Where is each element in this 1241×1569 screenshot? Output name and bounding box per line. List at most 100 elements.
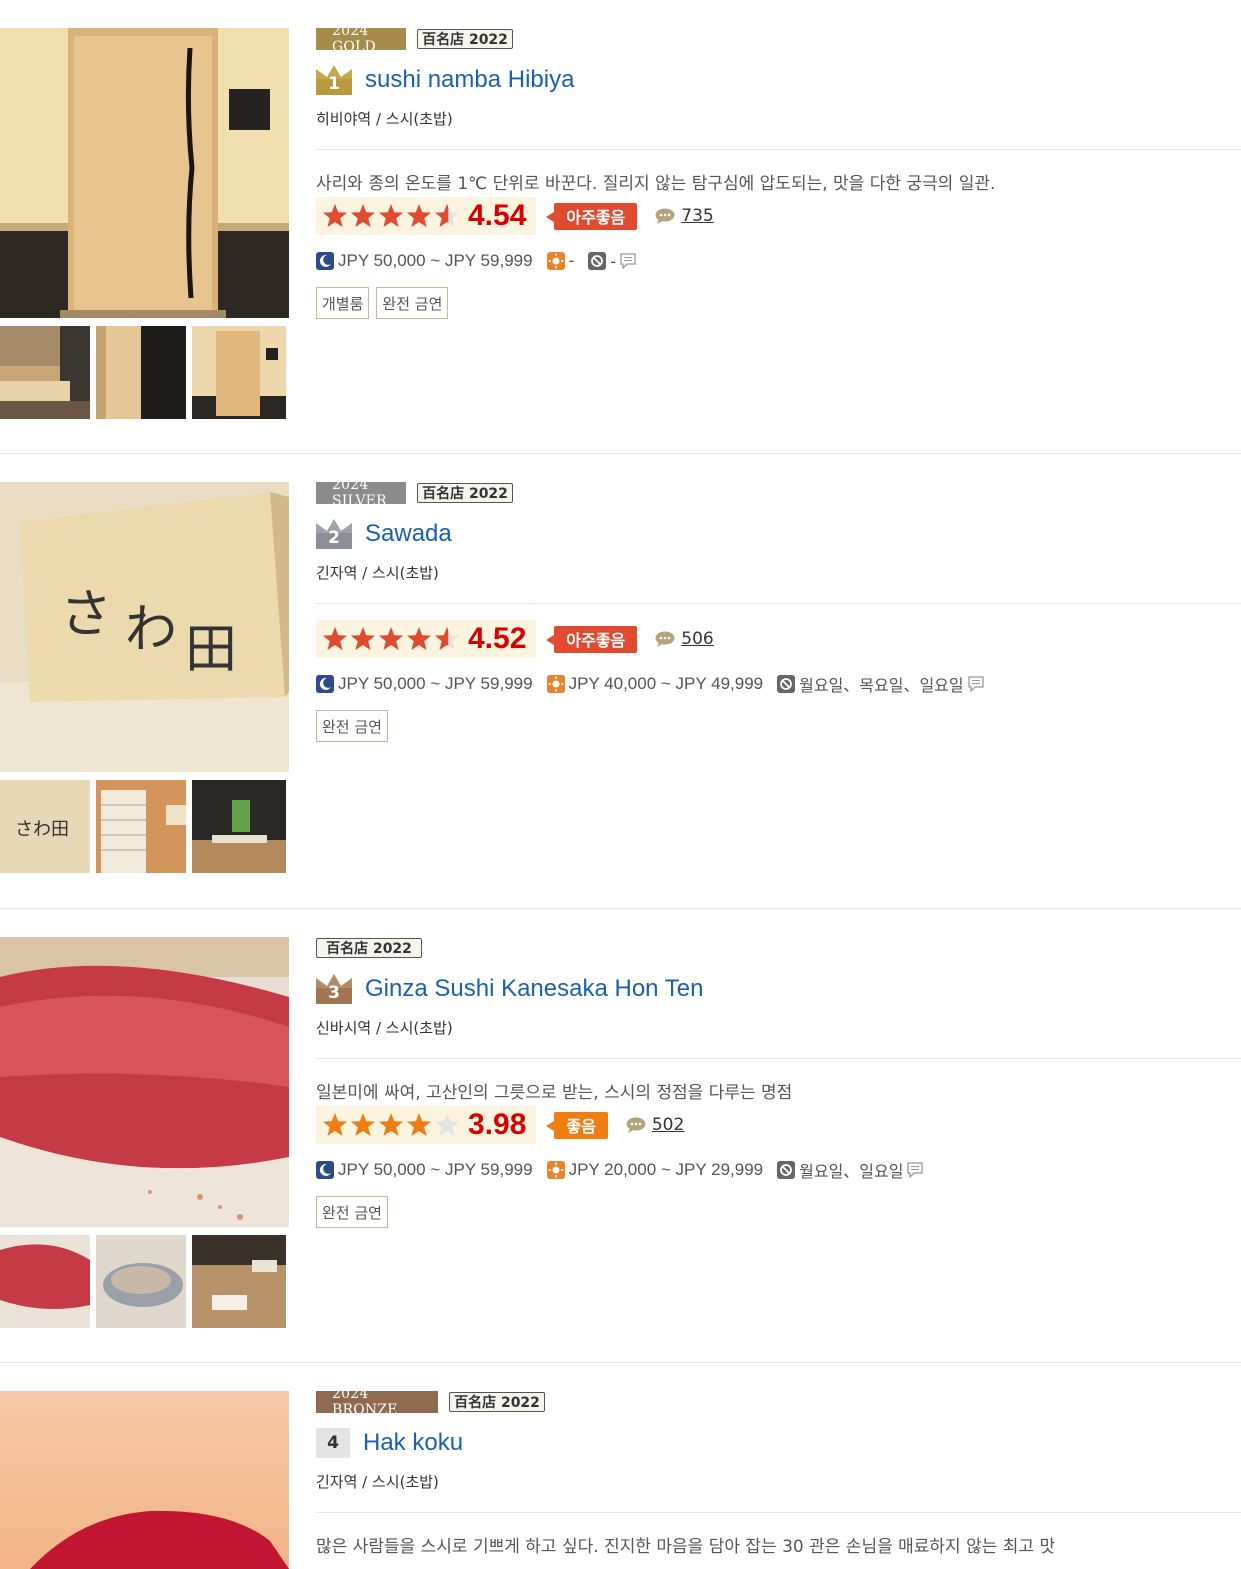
rank-number: 3 (328, 983, 340, 1003)
main-photo[interactable]: さ わ 田 (0, 482, 289, 772)
hyakumeiten-badge: 百名店 2022 (417, 29, 513, 49)
star-icon (323, 1113, 347, 1136)
svg-text:さわ田: さわ田 (15, 819, 69, 840)
photo-gallery: さ わ 田 さわ田 (0, 482, 290, 873)
star-icon (323, 627, 347, 650)
award-badge: 2024 BRONZE (316, 1386, 438, 1418)
svg-text:わ: わ (125, 600, 177, 660)
photo-gallery (0, 1391, 290, 1569)
restaurant-name-link[interactable]: Ginza Sushi Kanesaka Hon Ten (365, 975, 703, 1003)
divider (316, 1512, 1241, 1513)
sun-icon (546, 675, 565, 693)
star-icon (351, 627, 375, 650)
memo-icon[interactable] (907, 1162, 924, 1178)
rating-box: 3.98 (316, 1106, 537, 1144)
area-genre: 히비야역 / 스시(초밥) (316, 110, 453, 128)
holiday-text: - (610, 251, 617, 271)
dinner-price: JPY 50,000 ~ JPY 59,999 (338, 674, 533, 693)
restaurant-list: 2024 GOLD 百名店 2022 1 sushi namba Hibiya … (0, 0, 1241, 1569)
rating-score: 4.52 (468, 622, 527, 655)
thumbnail-photo[interactable] (96, 780, 186, 873)
star-icon (379, 204, 403, 227)
tag-list: 완전 금연 (316, 710, 1241, 742)
main-photo[interactable] (0, 1391, 289, 1569)
dinner-price: JPY 50,000 ~ JPY 59,999 (338, 251, 533, 270)
rating-label-badge: 아주좋음 (546, 202, 638, 230)
restaurant-item: さ わ 田 さわ田 2024 SILVER 百名店 2022 2 Sawada … (0, 454, 1241, 909)
thumbnail-photo[interactable] (96, 1235, 186, 1328)
star-icon (407, 1113, 431, 1136)
holiday-icon (777, 675, 796, 693)
main-photo[interactable] (0, 937, 289, 1227)
rating-score: 3.98 (468, 1108, 527, 1141)
review-count-link[interactable]: 735 (655, 206, 714, 226)
sun-icon (546, 252, 565, 270)
tag-list: 완전 금연 (316, 1196, 1241, 1228)
star-icon (379, 627, 403, 650)
thumbnail-photo[interactable] (192, 1235, 286, 1328)
star-icon (407, 627, 431, 650)
photo-gallery (0, 28, 290, 419)
rank-number: 4 (327, 1433, 339, 1453)
thumbnail-photo[interactable] (0, 326, 90, 419)
thumbnail-photo[interactable] (96, 326, 186, 419)
restaurant-name-link[interactable]: Hak koku (363, 1429, 463, 1457)
holiday-icon (777, 1161, 796, 1179)
moon-icon (316, 675, 334, 693)
catchphrase: 일본미에 싸여, 고산인의 그릇으로 받는, 스시의 정점을 다루는 명점 (316, 1083, 793, 1103)
thumbnail-photo[interactable] (192, 326, 286, 419)
award-badge: 2024 SILVER (316, 477, 406, 509)
lunch-price: JPY 40,000 ~ JPY 49,999 (568, 674, 764, 693)
memo-icon[interactable] (967, 676, 984, 692)
rating-stars (322, 1112, 460, 1138)
area-genre: 긴자역 / 스시(초밥) (316, 564, 439, 582)
hyakumeiten-badge: 百名店 2022 (449, 1392, 545, 1412)
rating-box: 4.54 (316, 197, 537, 235)
review-count-link[interactable]: 506 (655, 629, 714, 649)
thumbnail-photo[interactable] (192, 780, 286, 873)
feature-tag: 완전 금연 (316, 710, 388, 742)
sun-icon (546, 1161, 565, 1179)
review-count-link[interactable]: 502 (626, 1115, 684, 1135)
photo-gallery (0, 937, 290, 1328)
divider (316, 1058, 1241, 1059)
rank-number: 1 (328, 74, 340, 94)
restaurant-item: 2024 BRONZE 百名店 2022 4 Hak koku 긴자역 / 스시… (0, 1363, 1241, 1569)
area-genre: 긴자역 / 스시(초밥) (316, 1473, 439, 1491)
review-count: 506 (681, 629, 714, 649)
memo-icon[interactable] (620, 253, 636, 269)
lunch-price: - (568, 251, 575, 270)
star-icon (351, 204, 375, 227)
main-photo[interactable] (0, 28, 289, 318)
comment-icon (626, 1117, 646, 1133)
rating-box: 4.52 (316, 620, 537, 658)
svg-text:さ: さ (60, 585, 112, 645)
restaurant-name-link[interactable]: Sawada (365, 520, 452, 548)
star-icon (435, 204, 459, 227)
svg-text:田: 田 (185, 620, 237, 680)
feature-tag: 완전 금연 (316, 1196, 388, 1228)
hyakumeiten-badge: 百名店 2022 (417, 483, 513, 503)
thumbnail-photo[interactable] (0, 1235, 90, 1328)
catchphrase: 사리와 종의 온도를 1℃ 단위로 바꾼다. 질리지 않는 탐구심에 압도되는,… (316, 174, 996, 194)
review-count: 735 (681, 206, 714, 226)
holiday-text: 월요일、목요일、일요일 (799, 676, 964, 695)
price-row: JPY 50,000 ~ JPY 59,999 JPY 40,000 ~ JPY… (316, 672, 1241, 696)
rating-score: 4.54 (468, 199, 527, 232)
catchphrase: 많은 사람들을 스시로 기쁘게 하고 싶다. 진지한 마음을 담아 잡는 30 … (316, 1537, 1056, 1557)
dinner-price: JPY 50,000 ~ JPY 59,999 (338, 1160, 533, 1179)
restaurant-name-link[interactable]: sushi namba Hibiya (365, 66, 574, 94)
thumbnail-photo[interactable]: さわ田 (0, 780, 90, 873)
holiday-icon (588, 252, 607, 270)
rating-stars (322, 203, 460, 229)
rating-stars (322, 626, 460, 652)
divider (316, 603, 1241, 604)
rank-badge: 4 (316, 1428, 350, 1458)
star-icon (435, 627, 459, 650)
moon-icon (316, 252, 334, 270)
star-icon (351, 1113, 375, 1136)
rank-number: 2 (328, 528, 340, 548)
star-icon (407, 204, 431, 227)
comment-icon (655, 631, 675, 647)
moon-icon (316, 1161, 334, 1179)
